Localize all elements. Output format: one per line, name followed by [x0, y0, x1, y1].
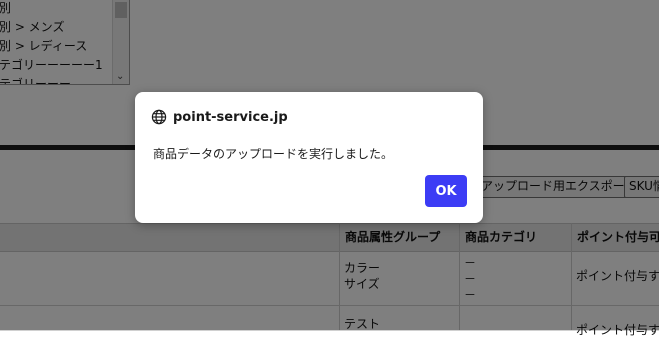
dialog-message: 商品データのアップロードを実行しました。 [153, 147, 394, 161]
dialog-origin: point-service.jp [173, 109, 288, 125]
dialog-header: point-service.jp [151, 108, 288, 126]
globe-icon [151, 109, 167, 125]
ok-button[interactable]: OK [425, 175, 467, 207]
alert-dialog: point-service.jp 商品データのアップロードを実行しました。 OK [135, 92, 483, 223]
